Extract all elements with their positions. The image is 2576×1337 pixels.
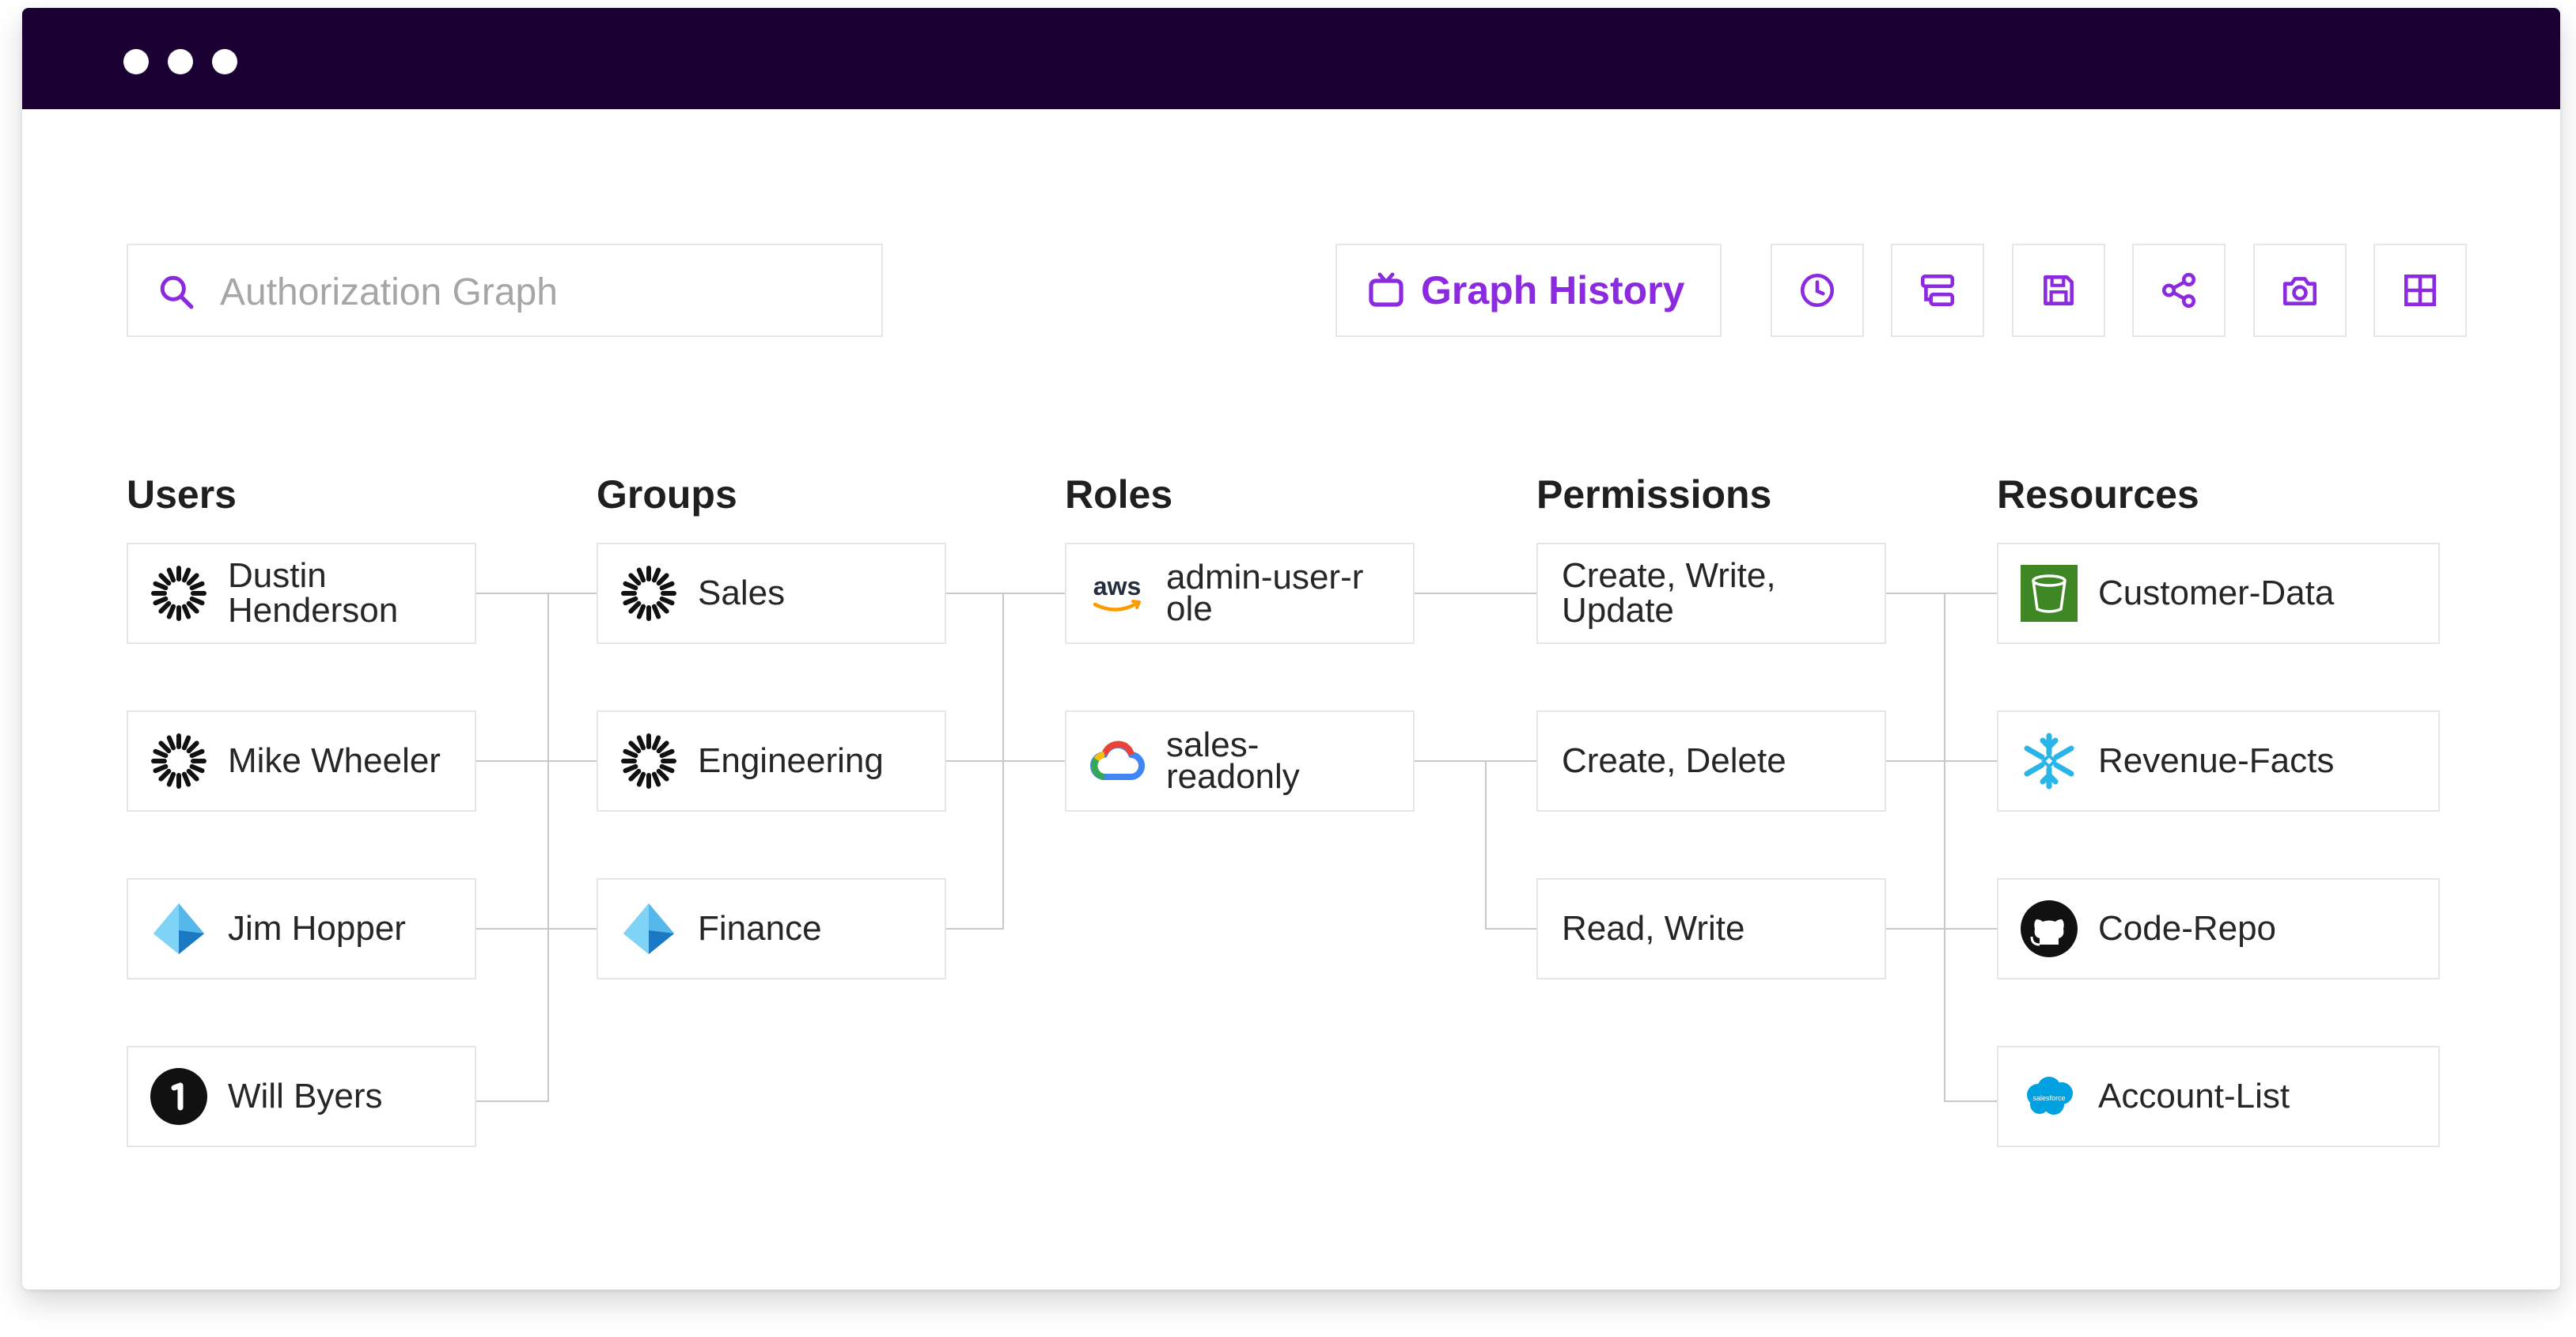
app-window: Graph History [22,8,2560,1290]
azure-pyramid-icon [149,899,209,959]
permission-name: Create, Write, Update [1562,556,1776,630]
group-node-sales[interactable]: Sales [597,543,946,644]
user-name: Dustin Henderson [228,556,399,630]
aws-logo-text: aws [1093,572,1141,600]
snowflake-icon [2019,731,2079,791]
column-title-resources: Resources [1997,472,2199,517]
sunburst-logo-icon [619,563,679,623]
salesforce-logo-text: salesforce [2032,1094,2065,1102]
role-node-admin-user-role[interactable]: aws admin-user-role [1065,543,1415,644]
role-node-sales-readonly[interactable]: sales-readonly [1065,710,1415,812]
resource-node-customer-data[interactable]: Customer-Data [1997,543,2440,644]
connector-users [476,593,549,1102]
column-title-groups: Groups [597,472,737,517]
resource-node-code-repo[interactable]: Code-Repo [1997,878,2440,979]
connector [1415,760,1536,930]
user-name: Will Byers [228,1077,383,1115]
sunburst-logo-icon [619,731,679,791]
resource-node-account-list[interactable]: salesforce Account-List [1997,1046,2440,1147]
column-title-users: Users [127,472,237,517]
user-node-dustin-henderson[interactable]: Dustin Henderson [127,543,476,644]
sunburst-logo-icon [149,731,209,791]
google-cloud-icon [1087,731,1147,791]
permission-name: Create, Delete [1562,741,1786,780]
group-name: Finance [698,909,822,948]
sunburst-logo-icon [149,563,209,623]
aws-icon: aws [1087,563,1147,623]
role-name: admin-user-role [1166,558,1364,628]
resource-name: Revenue-Facts [2098,741,2335,780]
group-node-finance[interactable]: Finance [597,878,946,979]
permission-name: Read, Write [1562,909,1745,948]
connector-resources [1886,593,1997,1102]
permission-node-create-delete[interactable]: Create, Delete [1536,710,1886,812]
connector [946,760,1065,930]
user-node-mike-wheeler[interactable]: Mike Wheeler [127,710,476,812]
resource-name: Customer-Data [2098,574,2335,612]
salesforce-icon: salesforce [2019,1066,2079,1127]
column-title-permissions: Permissions [1536,472,1772,517]
role-name: sales-readonly [1166,725,1300,796]
resource-name: Code-Repo [2098,909,2277,948]
resource-node-revenue-facts[interactable]: Revenue-Facts [1997,710,2440,812]
permission-node-create-write-update[interactable]: Create, Write, Update [1536,543,1886,644]
azure-pyramid-icon [619,899,679,959]
connector [946,593,1004,762]
user-node-jim-hopper[interactable]: Jim Hopper [127,878,476,979]
user-node-will-byers[interactable]: Will Byers [127,1046,476,1147]
github-icon [2019,899,2079,959]
group-node-engineering[interactable]: Engineering [597,710,946,812]
group-name: Sales [698,574,786,612]
user-name: Jim Hopper [228,909,406,948]
user-name: Mike Wheeler [228,741,441,780]
onepassword-icon [149,1066,209,1127]
permission-node-read-write[interactable]: Read, Write [1536,878,1886,979]
resource-name: Account-List [2098,1077,2290,1115]
s3-bucket-icon [2019,563,2079,623]
column-title-roles: Roles [1065,472,1173,517]
group-name: Engineering [698,741,884,780]
